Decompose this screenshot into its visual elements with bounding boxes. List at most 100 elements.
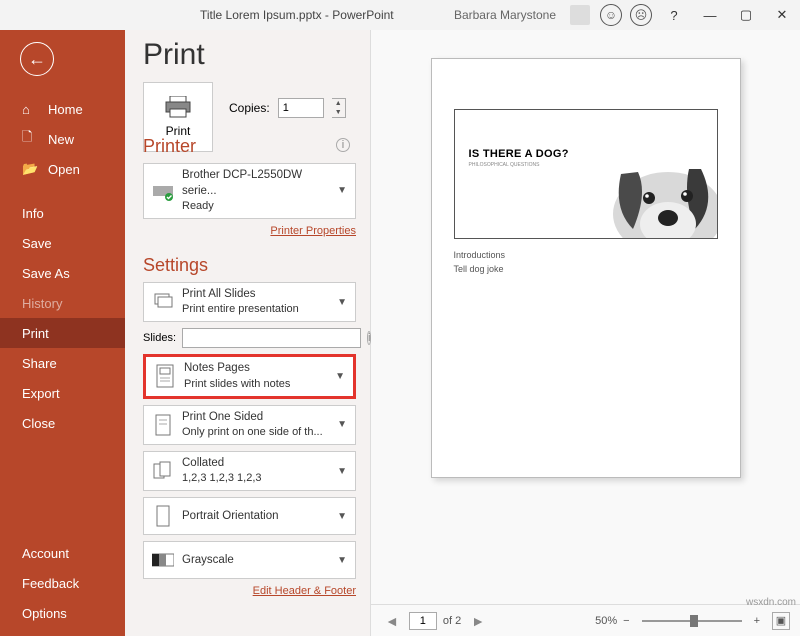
portrait-icon [150, 502, 176, 530]
sidebar-item-info[interactable]: Info [0, 198, 125, 228]
copies-spinner[interactable]: ▲▼ [332, 98, 346, 118]
sidebar-item-close[interactable]: Close [0, 408, 125, 438]
dropdown-sub: Print slides with notes [184, 377, 333, 392]
sidebar-item-share[interactable]: Share [0, 348, 125, 378]
printer-device-icon [150, 177, 176, 205]
new-icon: 🗋 [22, 128, 38, 150]
printer-dropdown[interactable]: Brother DCP-L2550DW serie...Ready ▼ [143, 163, 356, 219]
info-icon[interactable]: i [336, 138, 350, 152]
sidebar-item-label: Options [22, 606, 67, 621]
watermark: wsxdn.com [746, 597, 796, 608]
back-button[interactable]: ← [20, 42, 54, 76]
page-current-input[interactable] [409, 612, 437, 630]
collate-dropdown[interactable]: Collated1,2,3 1,2,3 1,2,3 ▼ [143, 451, 356, 491]
sidebar-item-history: History [0, 288, 125, 318]
dropdown-title: Collated [182, 456, 335, 472]
sidebar-item-label: Save [22, 236, 52, 251]
avatar[interactable] [570, 5, 590, 25]
face-happy-icon[interactable]: ☺ [600, 4, 622, 26]
sidebar-item-feedback[interactable]: Feedback [0, 568, 125, 598]
chevron-down-icon: ▼ [335, 419, 349, 430]
sidebar-item-save[interactable]: Save [0, 228, 125, 258]
sidebar-item-label: Close [22, 416, 55, 431]
header-footer-link[interactable]: Edit Header & Footer [143, 585, 356, 597]
sidebar-item-export[interactable]: Export [0, 378, 125, 408]
page-heading: Print [143, 38, 356, 72]
slides-label: Slides: [143, 332, 176, 344]
dropdown-title: Print All Slides [182, 287, 335, 303]
printer-properties-link[interactable]: Printer Properties [143, 225, 356, 237]
sidebar-item-label: Feedback [22, 576, 79, 591]
sidebar-item-label: History [22, 296, 62, 311]
copies-label: Copies: [229, 101, 270, 115]
sidebar-item-home[interactable]: ⌂ Home [0, 94, 125, 124]
zoom-fit-button[interactable]: ▣ [772, 612, 790, 630]
zoom-slider[interactable] [642, 620, 742, 622]
sidebar-item-label: New [48, 132, 74, 147]
slides-stack-icon [150, 288, 176, 316]
print-panel: Print Print Copies: ▲▼ Printeri Brother … [125, 30, 370, 636]
main-area: Print Print Copies: ▲▼ Printeri Brother … [125, 30, 800, 636]
zoom-out-button[interactable]: − [623, 615, 629, 627]
user-name[interactable]: Barbara Marystone [454, 8, 556, 22]
settings-heading: Settings [143, 255, 356, 276]
dropdown-title: Notes Pages [184, 361, 333, 377]
dropdown-title: Grayscale [182, 553, 335, 569]
print-preview: IS THERE A DOG? PHILOSOPHICAL QUESTIONS [370, 30, 800, 636]
slide-subtitle: PHILOSOPHICAL QUESTIONS [469, 162, 540, 168]
sidebar-item-new[interactable]: 🗋 New [0, 124, 125, 154]
dog-image [583, 134, 718, 239]
next-page-button[interactable]: ► [467, 613, 489, 629]
maximize-button[interactable]: ▢ [728, 0, 764, 30]
window-title: Title Lorem Ipsum.pptx - PowerPoint [200, 8, 394, 22]
collate-icon [150, 457, 176, 485]
sidebar-item-open[interactable]: 📂Open [0, 154, 125, 184]
chevron-down-icon: ▼ [335, 297, 349, 308]
grayscale-icon [150, 546, 176, 574]
zoom-in-button[interactable]: + [754, 615, 760, 627]
sidebar-item-options[interactable]: Options [0, 598, 125, 628]
backstage-sidebar: ← ⌂ Home 🗋 New 📂Open Info Save Save As His… [0, 30, 125, 636]
copies-input[interactable] [278, 98, 324, 118]
titlebar: Title Lorem Ipsum.pptx - PowerPoint Barb… [0, 0, 800, 30]
sidebar-item-label: Share [22, 356, 57, 371]
slides-input[interactable] [182, 328, 361, 348]
printer-icon [164, 96, 192, 118]
minimize-button[interactable]: — [692, 0, 728, 30]
dropdown-title: Portrait Orientation [182, 509, 335, 525]
chevron-down-icon: ▼ [333, 371, 347, 382]
sides-dropdown[interactable]: Print One SidedOnly print on one side of… [143, 405, 356, 445]
sidebar-item-label: Print [22, 326, 49, 341]
page-total: of 2 [443, 615, 461, 627]
notes-text: Introductions Tell dog joke [454, 249, 718, 276]
home-icon: ⌂ [22, 102, 38, 117]
zoom-value: 50% [595, 615, 617, 627]
note-line: Introductions [454, 249, 718, 263]
color-dropdown[interactable]: Grayscale ▼ [143, 541, 356, 579]
chevron-down-icon: ▼ [335, 511, 349, 522]
one-sided-icon [150, 411, 176, 439]
preview-statusbar: ◄ of 2 ► 50% − + ▣ [371, 604, 800, 636]
notes-page-icon [152, 362, 178, 390]
close-window-button[interactable]: ✕ [764, 0, 800, 30]
sidebar-item-print[interactable]: Print [0, 318, 125, 348]
sidebar-item-saveas[interactable]: Save As [0, 258, 125, 288]
print-scope-dropdown[interactable]: Print All SlidesPrint entire presentatio… [143, 282, 356, 322]
orientation-dropdown[interactable]: Portrait Orientation ▼ [143, 497, 356, 535]
dropdown-title: Print One Sided [182, 410, 335, 426]
dropdown-sub: Only print on one side of th... [182, 425, 335, 440]
layout-dropdown[interactable]: Notes PagesPrint slides with notes ▼ [143, 354, 356, 398]
open-icon: 📂 [22, 161, 38, 177]
sidebar-item-label: Account [22, 546, 69, 561]
dropdown-sub: 1,2,3 1,2,3 1,2,3 [182, 471, 335, 486]
preview-canvas: IS THERE A DOG? PHILOSOPHICAL QUESTIONS [371, 30, 800, 604]
slide-headline: IS THERE A DOG? [469, 148, 569, 160]
prev-page-button[interactable]: ◄ [381, 613, 403, 629]
slide-thumbnail: IS THERE A DOG? PHILOSOPHICAL QUESTIONS [454, 109, 718, 239]
face-sad-icon[interactable]: ☹ [630, 4, 652, 26]
sidebar-item-label: Info [22, 206, 44, 221]
sidebar-item-label: Home [48, 102, 83, 117]
help-button[interactable]: ? [656, 0, 692, 30]
sidebar-item-account[interactable]: Account [0, 538, 125, 568]
printer-name: Brother DCP-L2550DW serie... [182, 168, 335, 199]
